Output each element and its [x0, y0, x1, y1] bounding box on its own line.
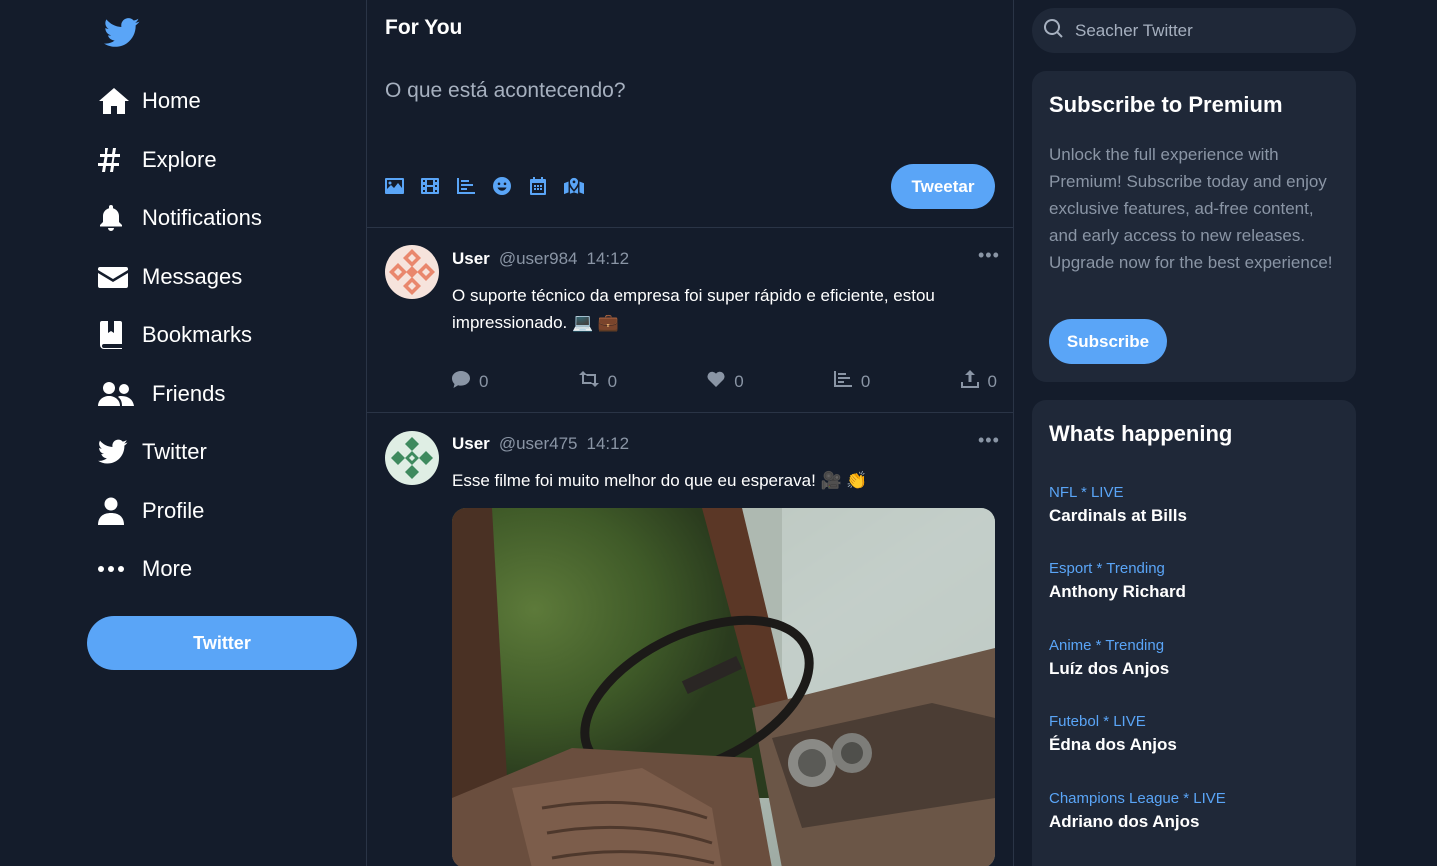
- trend-item[interactable]: Esport * Trending Anthony Richard: [1049, 560, 1186, 602]
- nav-item-explore[interactable]: Explore: [98, 131, 262, 190]
- tweet[interactable]: User @user984 14:12 ••• O suporte técnic…: [367, 227, 1013, 412]
- nav-label: Notifications: [142, 205, 262, 231]
- more-options-icon[interactable]: •••: [978, 245, 1000, 266]
- tweet-header: User @user984 14:12: [452, 249, 629, 269]
- author-name[interactable]: User: [452, 434, 490, 454]
- tweet-header: User @user475 14:12: [452, 434, 629, 454]
- user-icon: [98, 496, 132, 526]
- home-icon: [98, 86, 132, 116]
- left-sidebar: Home Explore Notifications Messages Book…: [0, 0, 367, 866]
- page-title: For You: [385, 16, 463, 39]
- tweet-time: 14:12: [586, 249, 630, 268]
- trends-card: Whats happening NFL * LIVE Cardinals at …: [1032, 400, 1356, 866]
- image-icon[interactable]: [384, 175, 404, 197]
- reply-count: 0: [479, 371, 489, 391]
- views-icon: [833, 371, 852, 392]
- main-feed: For You O que está acontecendo? Tweetar: [367, 0, 1014, 866]
- trend-item[interactable]: Futebol * LIVE Édna dos Anjos: [1049, 713, 1177, 755]
- retweet-icon: [578, 371, 599, 392]
- main-nav: Home Explore Notifications Messages Book…: [98, 72, 262, 599]
- comment-icon: [452, 370, 470, 393]
- subscribe-button[interactable]: Subscribe: [1049, 319, 1167, 364]
- like-count: 0: [734, 371, 744, 391]
- premium-text: Unlock the full experience with Premium!…: [1049, 145, 1333, 272]
- more-icon: [98, 554, 132, 584]
- trend-title: Adriano dos Anjos: [1049, 812, 1200, 831]
- avatar[interactable]: [385, 431, 439, 485]
- tweet-actions: 0 0 0 0 0: [452, 370, 997, 393]
- trend-category: Futebol * LIVE: [1049, 713, 1146, 730]
- bell-icon: [98, 203, 132, 233]
- nav-label: Friends: [152, 380, 226, 406]
- film-icon[interactable]: [420, 175, 440, 197]
- retweet-count: 0: [607, 371, 618, 391]
- views-button[interactable]: 0: [833, 370, 871, 393]
- share-button[interactable]: 0: [960, 370, 997, 393]
- nav-label: Profile: [142, 497, 205, 523]
- author-handle[interactable]: @user475: [499, 434, 578, 454]
- twitter-icon: [98, 437, 132, 467]
- author-name[interactable]: User: [452, 249, 490, 269]
- search-input[interactable]: Seacher Twitter: [1032, 8, 1356, 53]
- trend-title: Cardinals at Bills: [1049, 506, 1187, 525]
- premium-card: Subscribe to Premium Unlock the full exp…: [1032, 71, 1356, 382]
- nav-item-twitter[interactable]: Twitter: [98, 423, 262, 482]
- nav-label: Messages: [142, 263, 243, 289]
- compose-toolbar: [384, 175, 584, 197]
- search-icon: [1043, 18, 1063, 43]
- trend-category: Esport * Trending: [1049, 560, 1165, 577]
- tweet-text: Esse filme foi muito melhor do que eu es…: [452, 471, 868, 490]
- author-handle[interactable]: @user984: [499, 249, 578, 269]
- views-count: 0: [860, 371, 871, 391]
- tweet-time: 14:12: [586, 434, 630, 453]
- tweet-image[interactable]: [452, 508, 995, 866]
- share-count: 0: [987, 371, 997, 391]
- like-button[interactable]: 0: [707, 370, 744, 393]
- avatar[interactable]: [385, 245, 439, 299]
- nav-item-profile[interactable]: Profile: [98, 482, 262, 541]
- nav-label: Twitter: [142, 439, 207, 465]
- nav-label: Home: [142, 88, 201, 114]
- share-icon: [960, 370, 979, 393]
- trend-category: Anime * Trending: [1049, 637, 1165, 654]
- trend-item[interactable]: Champions League * LIVE Adriano dos Anjo…: [1049, 790, 1226, 832]
- map-location-icon[interactable]: [564, 175, 584, 197]
- trend-item[interactable]: NFL * LIVE Cardinals at Bills: [1049, 484, 1187, 526]
- hashtag-icon: [98, 145, 132, 175]
- tweet-button[interactable]: Tweetar: [891, 164, 995, 209]
- nav-item-bookmarks[interactable]: Bookmarks: [98, 306, 262, 365]
- trend-category: Champions League * LIVE: [1049, 790, 1226, 807]
- bookmark-icon: [98, 320, 132, 350]
- heart-icon: [707, 371, 725, 392]
- nav-label: Explore: [142, 146, 217, 172]
- compose-input[interactable]: O que está acontecendo?: [385, 79, 626, 103]
- nav-label: Bookmarks: [142, 322, 253, 348]
- reply-button[interactable]: 0: [452, 370, 488, 393]
- trend-category: NFL * LIVE: [1049, 484, 1124, 501]
- trend-title: Édna dos Anjos: [1049, 735, 1177, 754]
- trends-title: Whats happening: [1049, 421, 1233, 446]
- trend-item[interactable]: Anime * Trending Luíz dos Anjos: [1049, 637, 1169, 679]
- nav-item-messages[interactable]: Messages: [98, 248, 262, 307]
- nav-item-friends[interactable]: Friends: [98, 365, 262, 424]
- nav-item-notifications[interactable]: Notifications: [98, 189, 262, 248]
- trend-title: Anthony Richard: [1049, 582, 1186, 601]
- search-placeholder: Seacher Twitter: [1075, 20, 1193, 40]
- poll-icon[interactable]: [456, 175, 476, 197]
- twitter-button[interactable]: Twitter: [87, 616, 357, 670]
- calendar-icon[interactable]: [528, 175, 548, 197]
- nav-item-home[interactable]: Home: [98, 72, 262, 131]
- emoji-icon[interactable]: [492, 175, 512, 197]
- retweet-button[interactable]: 0: [578, 370, 618, 393]
- nav-label: More: [142, 556, 193, 582]
- premium-title: Subscribe to Premium: [1049, 92, 1283, 117]
- envelope-icon: [98, 262, 132, 292]
- more-options-icon[interactable]: •••: [978, 430, 1000, 451]
- nav-item-more[interactable]: More: [98, 540, 262, 599]
- twitter-logo-icon[interactable]: [104, 17, 140, 49]
- tweet-text: O suporte técnico da empresa foi super r…: [452, 286, 935, 332]
- trend-title: Luíz dos Anjos: [1049, 659, 1170, 678]
- friends-icon: [98, 379, 142, 409]
